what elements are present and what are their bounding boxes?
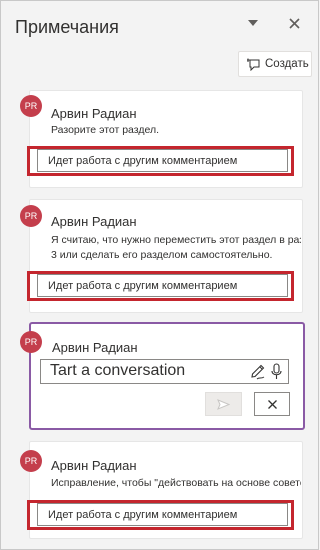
new-comment-card[interactable]: Арвин Радиан	[29, 322, 305, 430]
new-comment-button[interactable]: Создать	[238, 51, 312, 77]
comment-author: Арвин Радиан	[51, 458, 137, 473]
avatar: PR	[20, 450, 42, 472]
comment-author: Арвин Радиан	[52, 340, 138, 355]
send-button[interactable]	[205, 392, 242, 416]
conversation-input[interactable]	[50, 360, 240, 382]
reply-field[interactable]: Идет работа с другим комментарием	[37, 503, 288, 526]
reply-field[interactable]: Идет работа с другим комментарием	[37, 149, 288, 172]
microphone-icon[interactable]	[270, 363, 283, 380]
conversation-input-box[interactable]	[40, 359, 289, 384]
chevron-down-icon	[248, 20, 258, 26]
comment-author: Арвин Радиан	[51, 106, 137, 121]
reply-field[interactable]: Идет работа с другим комментарием	[37, 274, 288, 297]
pen-icon[interactable]	[249, 363, 266, 380]
close-pane-button[interactable]	[283, 12, 305, 34]
cancel-button[interactable]	[254, 392, 290, 416]
comment-card[interactable]	[29, 90, 303, 188]
pane-title: Примечания	[15, 17, 119, 37]
comment-text: Разорите этот раздел.	[51, 124, 160, 136]
send-icon	[217, 398, 230, 410]
comment-text: Я считаю, что нужно переместить этот раз…	[51, 234, 301, 246]
avatar: PR	[20, 205, 42, 227]
close-icon	[288, 17, 300, 29]
avatar: PR	[20, 95, 42, 117]
new-comment-icon	[247, 58, 261, 71]
close-icon	[267, 399, 277, 409]
new-comment-label: Создать	[265, 58, 309, 70]
comment-author: Арвин Радиан	[51, 214, 137, 229]
pane-options-button[interactable]	[242, 12, 264, 34]
comment-text: Исправление, чтобы "действовать на основ…	[51, 477, 301, 489]
comment-text: 3 или сделать его разделом самостоятельн…	[51, 249, 273, 261]
avatar: PR	[20, 331, 42, 353]
